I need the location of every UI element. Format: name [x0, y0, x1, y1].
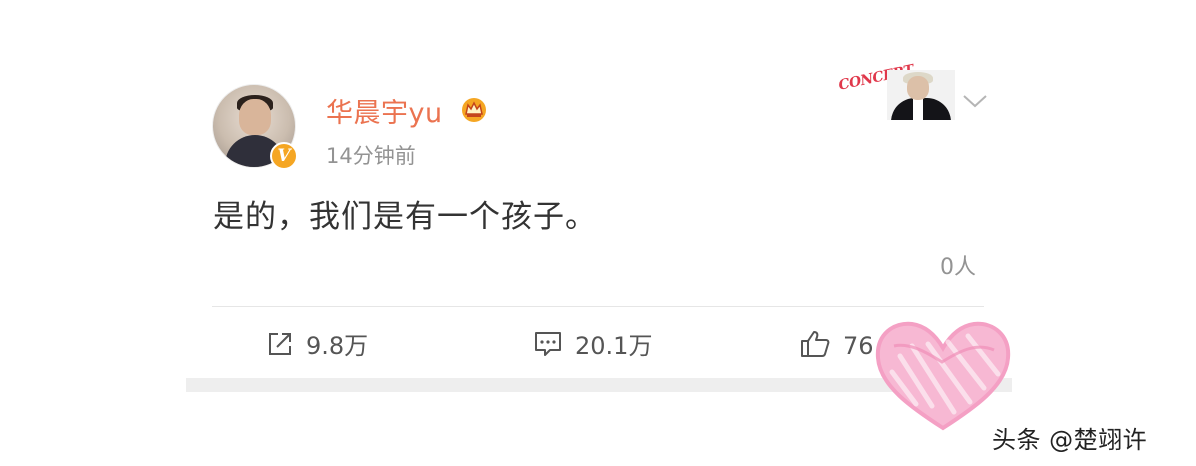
repost-button[interactable]: 9.8万 — [266, 326, 368, 361]
comment-button[interactable]: 20.1万 — [533, 326, 652, 361]
repost-count: 9.8万 — [306, 332, 369, 360]
chevron-down-icon[interactable] — [962, 93, 988, 109]
post-timestamp: 14分钟前 — [326, 144, 416, 168]
post-text: 是的，我们是有一个孩子。 — [213, 199, 597, 235]
divider — [212, 306, 984, 307]
banner-image — [887, 70, 955, 120]
comment-icon — [535, 331, 561, 356]
username[interactable]: 华晨宇yu — [326, 91, 443, 130]
heart-sticker-icon — [875, 321, 1011, 431]
likes-label: 0人 — [940, 255, 976, 280]
crown-icon — [462, 98, 486, 122]
comment-count: 20.1万 — [575, 332, 653, 360]
repost-icon — [269, 332, 291, 355]
like-icon — [801, 330, 830, 357]
watermark: 头条 @楚翊许 — [992, 426, 1148, 454]
verified-badge-icon: V — [270, 142, 298, 170]
